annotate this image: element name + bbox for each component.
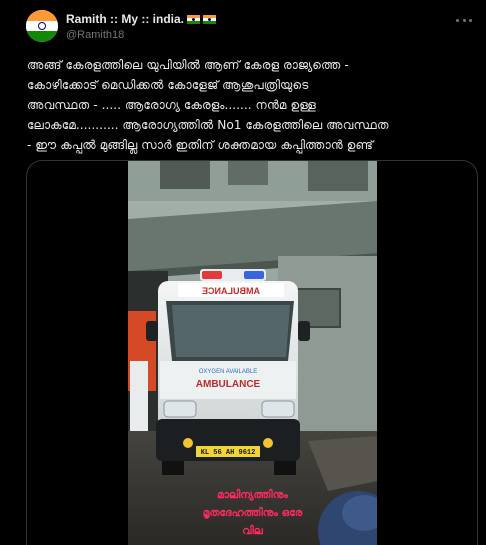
oxygen-text: OXYGEN AVAILABLE (199, 369, 257, 375)
tweet-header: Ramith :: My :: india. @Ramith18 (26, 8, 472, 44)
tweet-text-line: അവസ്ഥത - ..... ആരോഗ്യ കേരളം....... നൻമ ഉ… (27, 98, 317, 112)
caption-line: വില (242, 525, 263, 537)
tweet-text-line: അങ്ങ് കേരളത്തിലെ യുപിയിൽ ആണ് കേരള രാജ്യത… (27, 58, 349, 72)
author-names: Ramith :: My :: india. @Ramith18 (66, 12, 216, 41)
india-flag-avatar-icon[interactable] (26, 10, 58, 42)
number-plate: KL 56 AH 9612 (201, 449, 256, 457)
india-flag-icon (203, 14, 216, 24)
tweet-text: അങ്ങ് കേരളത്തിലെ യുപിയിൽ ആണ് കേരള രാജ്യത… (27, 55, 467, 155)
video-player[interactable]: AMBULANCE OXYGEN AVAILABLE AMBULANCE KL … (128, 161, 377, 545)
india-flag-icon (187, 14, 200, 24)
tweet-text-line: - ഈ കപ്പൽ മുങ്ങില്ല സാർ ഇതിന് ശക്തമായ കപ… (27, 138, 374, 152)
caption-line: മൃതദേഹത്തിനും ഒരേ (202, 507, 303, 519)
display-name[interactable]: Ramith :: My :: india. (66, 12, 184, 26)
ambulance-text: AMBULANCE (196, 379, 261, 390)
video-caption: മാലിന്യത്തിനും മൃതദേഹത്തിനും ഒരേ വില (128, 486, 377, 540)
tweet-media-card[interactable]: AMBULANCE OXYGEN AVAILABLE AMBULANCE KL … (26, 160, 478, 545)
display-name-row: Ramith :: My :: india. (66, 12, 216, 26)
author-handle[interactable]: @Ramith18 (66, 29, 216, 41)
tweet-text-line: ലോകമേ........... ആരോഗ്യത്തിൽ No1 കേരളത്ത… (27, 118, 389, 132)
tweet-text-line: കോഴിക്കോട് മെഡിക്കൽ കോളേജ് ആശുപത്രിയുടെ (27, 78, 309, 92)
roof-sign-text: AMBULANCE (202, 286, 260, 296)
more-options-icon[interactable] (456, 14, 472, 26)
caption-line: മാലിന്യത്തിനും (217, 489, 288, 501)
